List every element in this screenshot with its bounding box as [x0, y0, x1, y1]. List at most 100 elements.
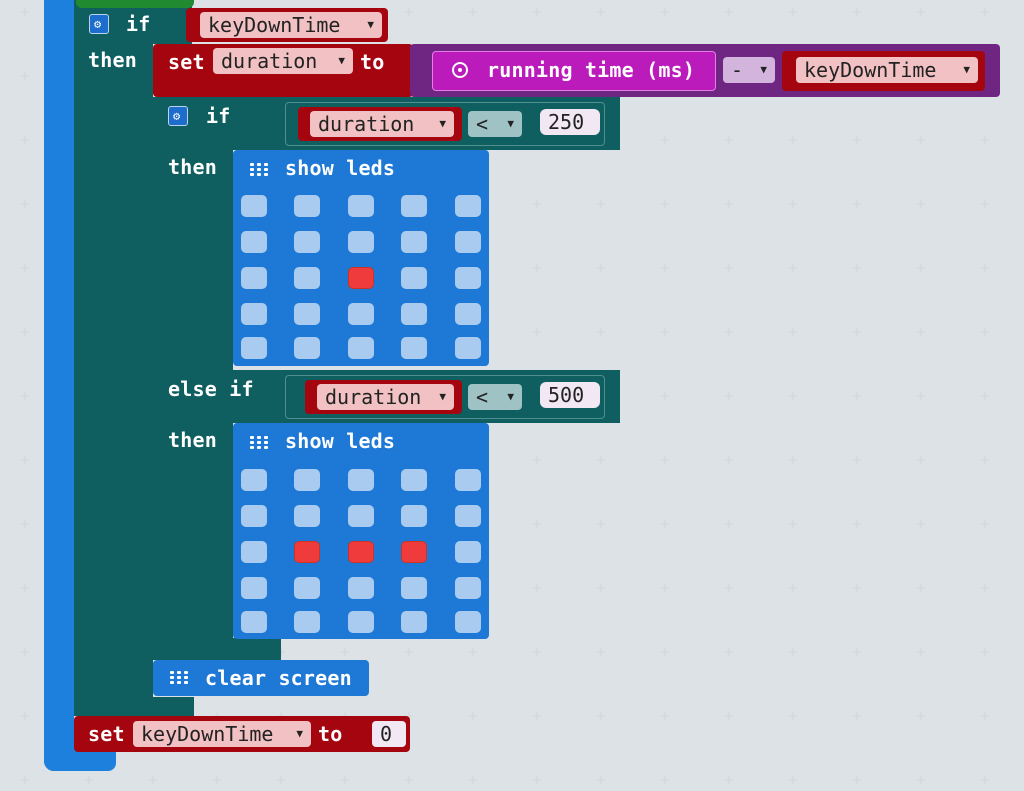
led-cell-r4-c4[interactable] — [455, 337, 481, 359]
grid-plus-mark: + — [660, 133, 671, 147]
grid-plus-mark: + — [916, 645, 927, 659]
grid-plus-mark: + — [20, 133, 31, 147]
duration-var-block-1[interactable]: duration ▼ — [298, 107, 462, 141]
led-cell-r0-c0[interactable] — [241, 195, 267, 217]
led-cell-r1-c4[interactable] — [455, 505, 481, 527]
led-cell-r4-c3[interactable] — [401, 611, 427, 633]
chevron-down-icon: ▼ — [760, 63, 767, 76]
led-cell-r2-c3[interactable] — [401, 541, 427, 563]
led-cell-r3-c2[interactable] — [348, 303, 374, 325]
grid-plus-mark: + — [532, 261, 543, 275]
led-cell-r0-c0[interactable] — [241, 469, 267, 491]
led-cell-r1-c4[interactable] — [455, 231, 481, 253]
led-cell-r2-c3[interactable] — [401, 267, 427, 289]
led-cell-r0-c1[interactable] — [294, 195, 320, 217]
outer-loop-block[interactable] — [44, 0, 74, 771]
led-cell-r3-c3[interactable] — [401, 303, 427, 325]
led-cell-r3-c4[interactable] — [455, 577, 481, 599]
led-cell-r1-c1[interactable] — [294, 505, 320, 527]
led-cell-r0-c2[interactable] — [348, 469, 374, 491]
led-cell-r0-c3[interactable] — [401, 195, 427, 217]
led-cell-r4-c3[interactable] — [401, 337, 427, 359]
grid-plus-mark: + — [788, 197, 799, 211]
led-cell-r2-c4[interactable] — [455, 267, 481, 289]
var-name: duration — [325, 385, 422, 409]
grid-plus-mark: + — [20, 69, 31, 83]
keydowntime-var-block[interactable]: keyDownTime ▼ — [782, 51, 985, 91]
led-cell-r4-c0[interactable] — [241, 337, 267, 359]
led-cell-r3-c0[interactable] — [241, 303, 267, 325]
led-cell-r0-c3[interactable] — [401, 469, 427, 491]
led-cell-r2-c1[interactable] — [294, 267, 320, 289]
led-cell-r1-c0[interactable] — [241, 231, 267, 253]
grid-plus-mark: + — [532, 5, 543, 19]
led-cell-r0-c4[interactable] — [455, 195, 481, 217]
outer-if-condition-var[interactable]: keyDownTime ▼ — [186, 8, 388, 42]
grid-plus-mark: + — [980, 133, 991, 147]
grid-plus-mark: + — [20, 389, 31, 403]
grid-plus-mark: + — [532, 773, 543, 787]
show-leds-block-2[interactable] — [233, 423, 489, 639]
var-dropdown[interactable]: keyDownTime ▼ — [796, 57, 978, 83]
led-cell-r2-c2[interactable] — [348, 541, 374, 563]
led-cell-r2-c1[interactable] — [294, 541, 320, 563]
grid-plus-mark: + — [788, 773, 799, 787]
grid-plus-mark: + — [532, 645, 543, 659]
gear-icon[interactable]: ⚙ — [89, 14, 109, 34]
chevron-down-icon: ▼ — [296, 727, 303, 740]
led-cell-r3-c2[interactable] — [348, 577, 374, 599]
led-cell-r2-c2[interactable] — [348, 267, 374, 289]
var-dropdown[interactable]: keyDownTime ▼ — [200, 12, 382, 38]
led-cell-r2-c0[interactable] — [241, 267, 267, 289]
grid-plus-mark: + — [20, 197, 31, 211]
led-cell-r2-c4[interactable] — [455, 541, 481, 563]
var-dropdown[interactable]: duration ▼ — [317, 384, 454, 410]
duration-var-block-2[interactable]: duration ▼ — [305, 380, 462, 414]
inner-then-label: then — [168, 155, 217, 179]
led-cell-r1-c3[interactable] — [401, 505, 427, 527]
number-input-250[interactable]: 250 — [540, 109, 600, 135]
grid-plus-mark: + — [916, 197, 927, 211]
led-cell-r1-c2[interactable] — [348, 505, 374, 527]
grid-plus-mark: + — [532, 197, 543, 211]
led-cell-r1-c3[interactable] — [401, 231, 427, 253]
grid-plus-mark: + — [916, 517, 927, 531]
keydowntime-var-dropdown[interactable]: keyDownTime ▼ — [133, 721, 311, 747]
led-cell-r4-c1[interactable] — [294, 611, 320, 633]
grid-plus-mark: + — [724, 581, 735, 595]
led-cell-r4-c2[interactable] — [348, 611, 374, 633]
grid-plus-mark: + — [20, 325, 31, 339]
grid-plus-mark: + — [916, 773, 927, 787]
compare-op-dropdown-2[interactable]: < ▼ — [468, 384, 522, 410]
led-cell-r2-c0[interactable] — [241, 541, 267, 563]
workspace-canvas[interactable]: + + + + + + + + + + + + + + + + + + + + + + + + + + + + + + + + + + + + + + + +… — [0, 0, 1024, 791]
led-cell-r0-c4[interactable] — [455, 469, 481, 491]
led-cell-r3-c1[interactable] — [294, 303, 320, 325]
led-cell-r3-c3[interactable] — [401, 577, 427, 599]
led-cell-r4-c1[interactable] — [294, 337, 320, 359]
grid-plus-mark: + — [660, 581, 671, 595]
show-leds-block-1[interactable] — [233, 150, 489, 366]
led-cell-r3-c4[interactable] — [455, 303, 481, 325]
minus-operator-dropdown[interactable]: - ▼ — [723, 57, 775, 83]
led-cell-r1-c1[interactable] — [294, 231, 320, 253]
grid-plus-mark: + — [788, 581, 799, 595]
led-cell-r0-c2[interactable] — [348, 195, 374, 217]
led-cell-r1-c2[interactable] — [348, 231, 374, 253]
number-input-0[interactable]: 0 — [372, 721, 406, 747]
led-cell-r3-c0[interactable] — [241, 577, 267, 599]
led-cell-r0-c1[interactable] — [294, 469, 320, 491]
led-cell-r4-c4[interactable] — [455, 611, 481, 633]
led-cell-r1-c0[interactable] — [241, 505, 267, 527]
led-cell-r4-c2[interactable] — [348, 337, 374, 359]
duration-var-dropdown[interactable]: duration ▼ — [213, 48, 353, 74]
led-cell-r4-c0[interactable] — [241, 611, 267, 633]
var-dropdown[interactable]: duration ▼ — [310, 111, 454, 137]
gear-icon[interactable]: ⚙ — [168, 106, 188, 126]
grid-plus-mark: + — [788, 133, 799, 147]
number-input-500[interactable]: 500 — [540, 382, 600, 408]
grid-plus-mark: + — [20, 645, 31, 659]
led-cell-r3-c1[interactable] — [294, 577, 320, 599]
grid-plus-mark: + — [788, 5, 799, 19]
compare-op-dropdown-1[interactable]: < ▼ — [468, 111, 522, 137]
